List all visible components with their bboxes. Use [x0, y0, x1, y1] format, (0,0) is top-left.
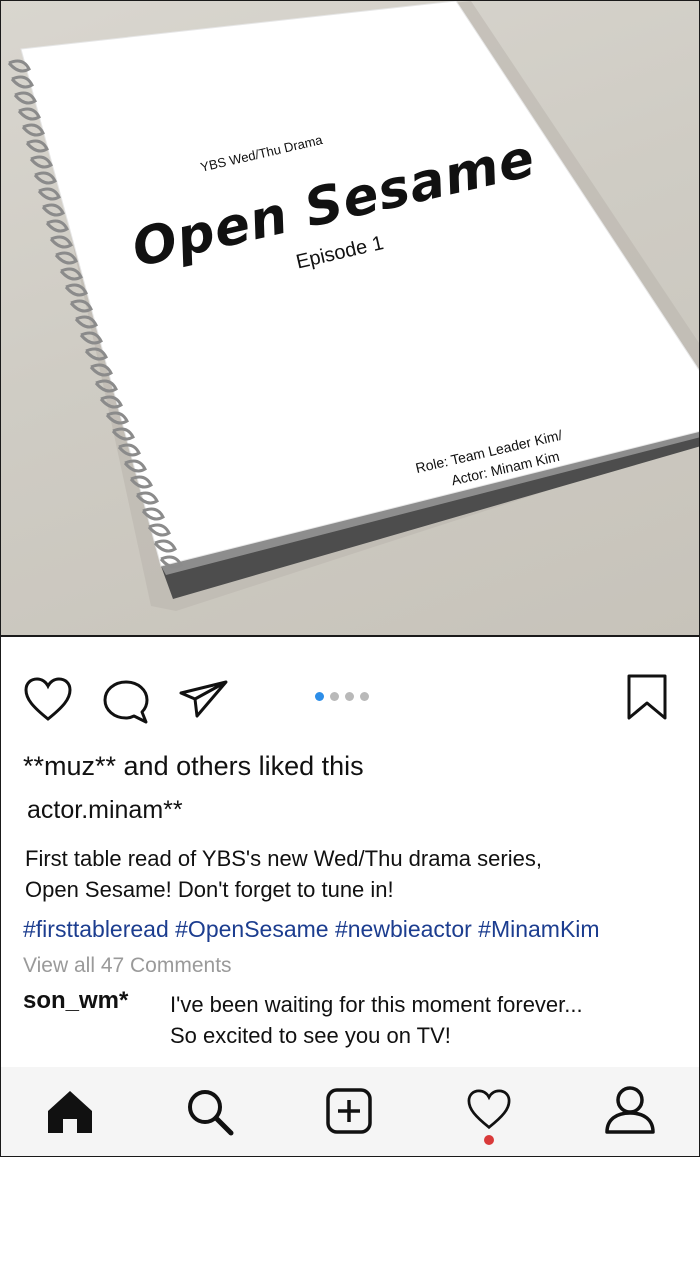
- comment-username[interactable]: son_wm*: [23, 987, 128, 1015]
- post-image[interactable]: YBS Wed/Thu Drama Open Sesame Episode 1 …: [1, 1, 699, 637]
- carousel-dot: [345, 692, 354, 701]
- post-caption: First table read of YBS's new Wed/Thu dr…: [25, 843, 675, 905]
- paper-plane-icon[interactable]: [179, 679, 229, 719]
- likes-summary[interactable]: **muz** and others liked this: [23, 751, 364, 782]
- carousel-dot: [330, 692, 339, 701]
- bookmark-icon[interactable]: [626, 673, 668, 721]
- carousel-indicator: [315, 692, 369, 701]
- post-frame: YBS Wed/Thu Drama Open Sesame Episode 1 …: [0, 0, 700, 1157]
- bottom-navigation: [1, 1067, 699, 1156]
- carousel-dot: [360, 692, 369, 701]
- comment-line: I've been waiting for this moment foreve…: [170, 992, 583, 1017]
- profile-icon[interactable]: [604, 1085, 656, 1135]
- notification-dot: [484, 1135, 494, 1145]
- comment-line: So excited to see you on TV!: [170, 1023, 451, 1048]
- carousel-dot-active: [315, 692, 324, 701]
- caption-line: Open Sesame! Don't forget to tune in!: [25, 877, 394, 902]
- search-icon[interactable]: [185, 1087, 235, 1137]
- heart-outline-icon[interactable]: [23, 677, 73, 723]
- home-icon[interactable]: [46, 1089, 94, 1135]
- caption-line: First table read of YBS's new Wed/Thu dr…: [25, 846, 542, 871]
- view-all-comments-link[interactable]: View all 47 Comments: [23, 954, 232, 978]
- script-notebook-illustration: YBS Wed/Thu Drama Open Sesame Episode 1 …: [7, 1, 699, 611]
- add-post-icon[interactable]: [325, 1087, 373, 1135]
- comment-text: I've been waiting for this moment foreve…: [170, 989, 670, 1051]
- post-author[interactable]: actor.minam**: [27, 796, 183, 825]
- post-hashtags[interactable]: #firsttableread #OpenSesame #newbieactor…: [23, 916, 600, 943]
- activity-heart-icon[interactable]: [466, 1089, 512, 1131]
- speech-bubble-icon[interactable]: [102, 678, 150, 726]
